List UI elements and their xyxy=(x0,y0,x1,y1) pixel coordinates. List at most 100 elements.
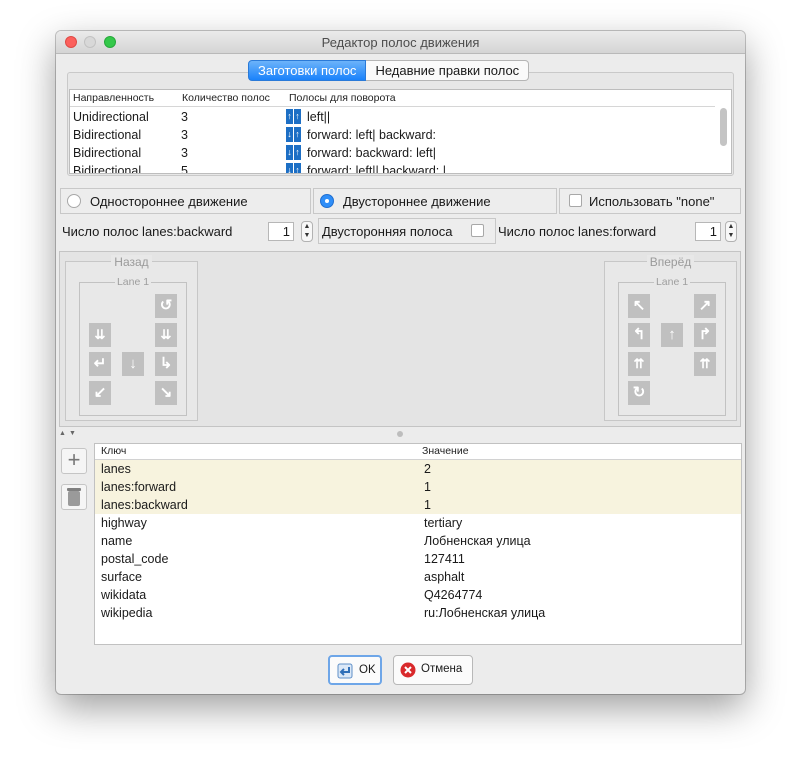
forward-group-title: Вперёд xyxy=(646,255,695,269)
turn-lane-icon: ↓ ↑ xyxy=(286,127,302,142)
slight-left-icon[interactable]: ↙ xyxy=(89,381,111,405)
table-row[interactable]: wikidata Q4264774 xyxy=(95,586,741,604)
trash-icon xyxy=(67,488,81,506)
table-row[interactable]: postal_code 127411 xyxy=(95,550,741,568)
column-header-key[interactable]: Ключ xyxy=(101,445,126,457)
titlebar: Редактор полос движения xyxy=(56,31,745,54)
cell-turn: forward: backward: left| xyxy=(307,146,436,160)
table-row[interactable]: Bidirectional 3 ↓ ↑ forward: backward: le… xyxy=(70,144,715,162)
table-row[interactable]: Bidirectional 5 ↓ ↑ forward: left|| backw… xyxy=(70,162,715,174)
tag-value: 127411 xyxy=(424,552,465,566)
tag-value: asphalt xyxy=(424,570,465,584)
tag-value: 1 xyxy=(424,480,431,494)
lanes-editor-area: Назад Lane 1 ↺ ⇊ ⇊ ↵ ↓ ↳ ↙ ↘ Вперёд Lane… xyxy=(59,251,741,427)
collapse-down-icon[interactable]: ▼ xyxy=(69,430,76,437)
forward-lanes-stepper[interactable]: ▲ ▼ xyxy=(725,221,737,242)
turn-right-icon[interactable]: ↳ xyxy=(155,352,177,376)
presets-table-header: Направленность Количество полос Полосы д… xyxy=(70,90,715,107)
column-header-count[interactable]: Количество полос xyxy=(182,92,270,104)
table-row[interactable]: surface asphalt xyxy=(95,568,741,586)
both-ways-lane-option[interactable]: Двусторонняя полоса xyxy=(318,218,496,244)
merge-to-left-icon[interactable]: ⇊ xyxy=(155,323,177,347)
tag-key: highway xyxy=(101,516,147,530)
tag-value: 1 xyxy=(424,498,431,512)
tag-key: lanes xyxy=(101,462,131,476)
turn-lane-icon: ↓ ↑ xyxy=(286,145,302,160)
collapse-up-icon[interactable]: ▲ xyxy=(59,430,66,437)
merge-to-right-icon[interactable]: ⇈ xyxy=(694,352,716,376)
tag-value: Лобненская улица xyxy=(424,534,531,548)
backward-lanes-label: Число полос lanes:backward xyxy=(62,224,233,239)
oneway-radio[interactable] xyxy=(67,194,81,208)
oneway-option[interactable]: Одностороннее движение xyxy=(60,188,311,214)
forward-lane-group: Вперёд Lane 1 ↖ ↗ ↰ ↑ ↱ ⇈ ⇈ ↻ xyxy=(604,255,737,421)
tag-value: 2 xyxy=(424,462,431,476)
merge-to-left-icon[interactable]: ⇈ xyxy=(628,352,650,376)
cell-turn: left|| xyxy=(307,110,331,124)
lane-editor-window: Редактор полос движения Заготовки полос … xyxy=(56,31,745,694)
delete-tag-button[interactable] xyxy=(61,484,87,510)
backward-lanes-stepper[interactable]: ▲ ▼ xyxy=(301,221,313,242)
split-pane-divider[interactable]: ▲ ▼ xyxy=(56,429,745,439)
table-row[interactable]: lanes 2 xyxy=(95,460,741,478)
tab-recent-edits[interactable]: Недавние правки полос xyxy=(366,60,530,81)
turn-left-icon[interactable]: ↵ xyxy=(89,352,111,376)
presets-scrollbar[interactable] xyxy=(720,108,727,146)
column-header-value[interactable]: Значение xyxy=(422,445,469,457)
tag-key: wikipedia xyxy=(101,606,153,620)
use-none-checkbox[interactable] xyxy=(569,194,582,207)
divider-grip-icon[interactable] xyxy=(397,431,403,437)
cell-turn: forward: left| backward: xyxy=(307,128,436,142)
merge-to-right-icon[interactable]: ⇊ xyxy=(89,323,111,347)
plus-icon: + xyxy=(67,447,81,472)
through-icon[interactable]: ↑ xyxy=(661,323,683,347)
slight-right-icon[interactable]: ↗ xyxy=(694,294,716,318)
tag-key: wikidata xyxy=(101,588,147,602)
turn-lane-icon: ↓ ↑ xyxy=(286,163,302,173)
both-ways-lane-label: Двусторонняя полоса xyxy=(322,224,453,239)
add-tag-button[interactable]: + xyxy=(61,448,87,474)
ok-label: OK xyxy=(359,664,376,676)
twoway-radio[interactable] xyxy=(320,194,334,208)
backward-lanes-input[interactable]: 1 xyxy=(268,222,294,241)
cancel-button[interactable]: Отмена xyxy=(393,655,473,685)
cell-count: 3 xyxy=(181,128,188,142)
table-row[interactable]: Bidirectional 3 ↓ ↑ forward: left| backwa… xyxy=(70,126,715,144)
tag-key: lanes:forward xyxy=(101,480,177,494)
twoway-option[interactable]: Двустороннее движение xyxy=(313,188,557,214)
table-row[interactable]: highway tertiary xyxy=(95,514,741,532)
slight-right-icon[interactable]: ↘ xyxy=(155,381,177,405)
both-ways-lane-checkbox[interactable] xyxy=(471,224,484,237)
table-row[interactable]: name Лобненская улица xyxy=(95,532,741,550)
turn-left-icon[interactable]: ↰ xyxy=(628,323,650,347)
cell-turn: forward: left|| backward: | xyxy=(307,164,446,174)
table-row[interactable]: wikipedia ru:Лобненская улица xyxy=(95,604,741,622)
column-header-direction[interactable]: Направленность xyxy=(73,92,154,104)
tag-key: surface xyxy=(101,570,142,584)
tags-table-header: Ключ Значение xyxy=(95,444,741,460)
forward-lane-box: Lane 1 ↖ ↗ ↰ ↑ ↱ ⇈ ⇈ ↻ xyxy=(618,276,726,416)
tag-key: lanes:backward xyxy=(101,498,188,512)
presets-table: Направленность Количество полос Полосы д… xyxy=(69,89,732,174)
forward-lanes-input[interactable]: 1 xyxy=(695,222,721,241)
tab-presets[interactable]: Заготовки полос xyxy=(248,60,367,81)
cell-direction: Bidirectional xyxy=(73,164,142,174)
tag-key: name xyxy=(101,534,133,548)
tag-value: tertiary xyxy=(424,516,463,530)
table-row[interactable]: Unidirectional 3 ↑ ↑ left|| xyxy=(70,108,715,126)
table-row[interactable]: lanes:forward 1 xyxy=(95,478,741,496)
slight-left-icon[interactable]: ↖ xyxy=(628,294,650,318)
table-row[interactable]: lanes:backward 1 xyxy=(95,496,741,514)
u-turn-icon[interactable]: ↻ xyxy=(628,381,650,405)
column-header-turn-lanes[interactable]: Полосы для поворота xyxy=(289,92,396,104)
through-icon[interactable]: ↓ xyxy=(122,352,144,376)
ok-button[interactable]: OK xyxy=(328,655,382,685)
turn-right-icon[interactable]: ↱ xyxy=(694,323,716,347)
backward-group-title: Назад xyxy=(111,255,152,269)
lane-label: Lane 1 xyxy=(114,276,152,288)
u-turn-icon[interactable]: ↺ xyxy=(155,294,177,318)
window-title: Редактор полос движения xyxy=(321,35,480,50)
twoway-label: Двустороннее движение xyxy=(343,194,491,209)
lane-label: Lane 1 xyxy=(653,276,691,288)
use-none-option[interactable]: Использовать "none" xyxy=(559,188,741,214)
